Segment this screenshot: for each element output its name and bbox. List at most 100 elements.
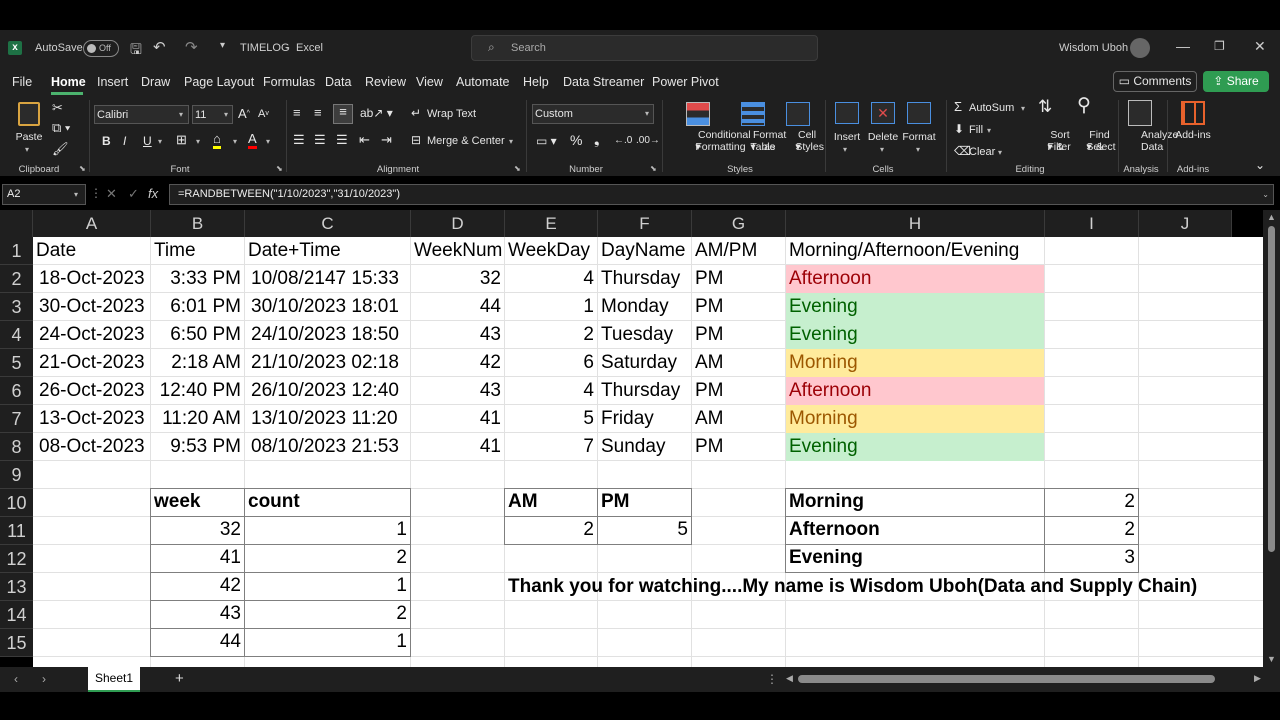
- bottom-align-icon[interactable]: ≡: [333, 104, 353, 124]
- week-table-cell[interactable]: 1: [244, 572, 411, 601]
- data-cell[interactable]: 21/10/2023 02:18: [245, 349, 410, 377]
- data-cell[interactable]: Evening: [786, 321, 1044, 349]
- comments-button[interactable]: ▭ Comments: [1113, 71, 1197, 92]
- period-table-label[interactable]: Afternoon: [785, 516, 1045, 545]
- column-header-f[interactable]: F: [598, 210, 692, 237]
- column-header-h[interactable]: H: [786, 210, 1045, 237]
- restore-icon[interactable]: ❐: [1214, 39, 1225, 53]
- orientation-icon[interactable]: ab↗ ▾: [360, 106, 393, 120]
- data-cell[interactable]: 6: [505, 349, 597, 377]
- horizontal-scroll-thumb[interactable]: [798, 675, 1215, 683]
- data-cell[interactable]: 08/10/2023 21:53: [245, 433, 410, 461]
- row-header-15[interactable]: 15: [0, 629, 33, 657]
- period-table-count[interactable]: 2: [1044, 488, 1139, 517]
- conditional-formatting-icon[interactable]: [686, 102, 710, 126]
- tab-power-pivot[interactable]: Power Pivot: [652, 75, 719, 89]
- row-header-11[interactable]: 11: [0, 517, 33, 545]
- tab-insert[interactable]: Insert: [97, 75, 128, 89]
- add-ins-icon[interactable]: [1181, 101, 1205, 125]
- row-header-9[interactable]: 9: [0, 461, 33, 489]
- font-color-icon[interactable]: A: [248, 132, 257, 149]
- period-table-count[interactable]: 2: [1044, 516, 1139, 545]
- data-cell[interactable]: 30/10/2023 18:01: [245, 293, 410, 321]
- data-cell[interactable]: 30-Oct-2023: [33, 293, 150, 321]
- row-header-4[interactable]: 4: [0, 321, 33, 349]
- analyze-data-icon[interactable]: [1128, 100, 1152, 126]
- prev-sheet-icon[interactable]: ‹: [14, 672, 18, 686]
- header-cell[interactable]: Time: [151, 237, 244, 265]
- decrease-indent-icon[interactable]: ⇤: [359, 133, 370, 147]
- data-cell[interactable]: 7: [505, 433, 597, 461]
- data-cell[interactable]: Evening: [786, 433, 1044, 461]
- row-header-2[interactable]: 2: [0, 265, 33, 293]
- cancel-icon[interactable]: ✕: [106, 186, 117, 202]
- data-cell[interactable]: AM: [692, 405, 785, 433]
- format-painter-icon[interactable]: 🖌: [52, 142, 69, 156]
- row-header-7[interactable]: 7: [0, 405, 33, 433]
- data-cell[interactable]: 6:01 PM: [151, 293, 244, 321]
- tab-data-streamer[interactable]: Data Streamer: [563, 75, 644, 89]
- wrap-text-button[interactable]: Wrap Text: [427, 107, 476, 121]
- data-cell[interactable]: 13-Oct-2023: [33, 405, 150, 433]
- cut-icon[interactable]: ✂: [52, 101, 63, 115]
- vertical-scroll-thumb[interactable]: [1268, 226, 1275, 552]
- header-cell[interactable]: Date+Time: [245, 237, 410, 265]
- font-name-select[interactable]: Calibri ▾: [94, 105, 189, 124]
- row-header-3[interactable]: 3: [0, 293, 33, 321]
- data-cell[interactable]: PM: [692, 293, 785, 321]
- horizontal-scrollbar[interactable]: ◀ ▶: [786, 671, 1264, 688]
- enter-icon[interactable]: ✓: [128, 186, 139, 202]
- decrease-decimal-icon[interactable]: .00→: [636, 134, 660, 148]
- autosum-icon[interactable]: Σ: [954, 100, 962, 114]
- data-cell[interactable]: 4: [505, 377, 597, 405]
- data-cell[interactable]: Sunday: [598, 433, 691, 461]
- row-header-1[interactable]: 1: [0, 237, 33, 265]
- find-select-button[interactable]: Find & Select ▾: [1068, 129, 1115, 153]
- data-cell[interactable]: Morning: [786, 349, 1044, 377]
- cell-styles-icon[interactable]: [786, 102, 810, 126]
- column-header-d[interactable]: D: [411, 210, 505, 237]
- row-header-8[interactable]: 8: [0, 433, 33, 461]
- row-header-10[interactable]: 10: [0, 489, 33, 517]
- paste-icon[interactable]: [18, 102, 40, 126]
- data-cell[interactable]: 43: [411, 321, 504, 349]
- data-cell[interactable]: 1: [505, 293, 597, 321]
- insert-cells-button[interactable]: Insert: [830, 131, 864, 143]
- tab-draw[interactable]: Draw: [141, 75, 170, 89]
- data-cell[interactable]: 44: [411, 293, 504, 321]
- italic-icon[interactable]: I: [123, 134, 126, 148]
- data-cell[interactable]: 41: [411, 405, 504, 433]
- data-cell[interactable]: 26/10/2023 12:40: [245, 377, 410, 405]
- header-cell[interactable]: Date: [33, 237, 150, 265]
- data-cell[interactable]: 32: [411, 265, 504, 293]
- data-cell[interactable]: Morning: [786, 405, 1044, 433]
- header-cell[interactable]: DayName: [598, 237, 691, 265]
- tab-formulas[interactable]: Formulas: [263, 75, 315, 89]
- customize-qat-icon[interactable]: ▾: [220, 40, 225, 51]
- insert-function-icon[interactable]: fx: [148, 186, 158, 201]
- sort-filter-button[interactable]: Sort & Filter ▾: [1030, 129, 1070, 153]
- wrap-text-icon[interactable]: ↵: [411, 106, 421, 120]
- week-table-header[interactable]: count: [244, 488, 411, 517]
- bold-icon[interactable]: B: [102, 134, 111, 148]
- row-header-13[interactable]: 13: [0, 573, 33, 601]
- data-cell[interactable]: 43: [411, 377, 504, 405]
- insert-cells-icon[interactable]: [835, 102, 859, 124]
- header-cell[interactable]: WeekNum: [411, 237, 504, 265]
- data-cell[interactable]: 24/10/2023 18:50: [245, 321, 410, 349]
- week-table-cell[interactable]: 43: [150, 600, 245, 629]
- week-table-cell[interactable]: 2: [244, 600, 411, 629]
- tab-file[interactable]: File: [12, 75, 32, 89]
- cell-styles-button[interactable]: Cell Styles ▾: [776, 129, 824, 153]
- row-header-5[interactable]: 5: [0, 349, 33, 377]
- data-cell[interactable]: Monday: [598, 293, 691, 321]
- ampm-table-header[interactable]: PM: [597, 488, 692, 517]
- column-header-e[interactable]: E: [505, 210, 598, 237]
- data-cell[interactable]: PM: [692, 377, 785, 405]
- cell-area[interactable]: Date Time Date+Time WeekNum WeekDay DayName AM…: [33, 237, 1263, 667]
- merge-center-button[interactable]: Merge & Center: [427, 134, 505, 148]
- data-cell[interactable]: PM: [692, 433, 785, 461]
- tab-view[interactable]: View: [416, 75, 443, 89]
- data-cell[interactable]: 26-Oct-2023: [33, 377, 150, 405]
- data-cell[interactable]: 2:18 AM: [151, 349, 244, 377]
